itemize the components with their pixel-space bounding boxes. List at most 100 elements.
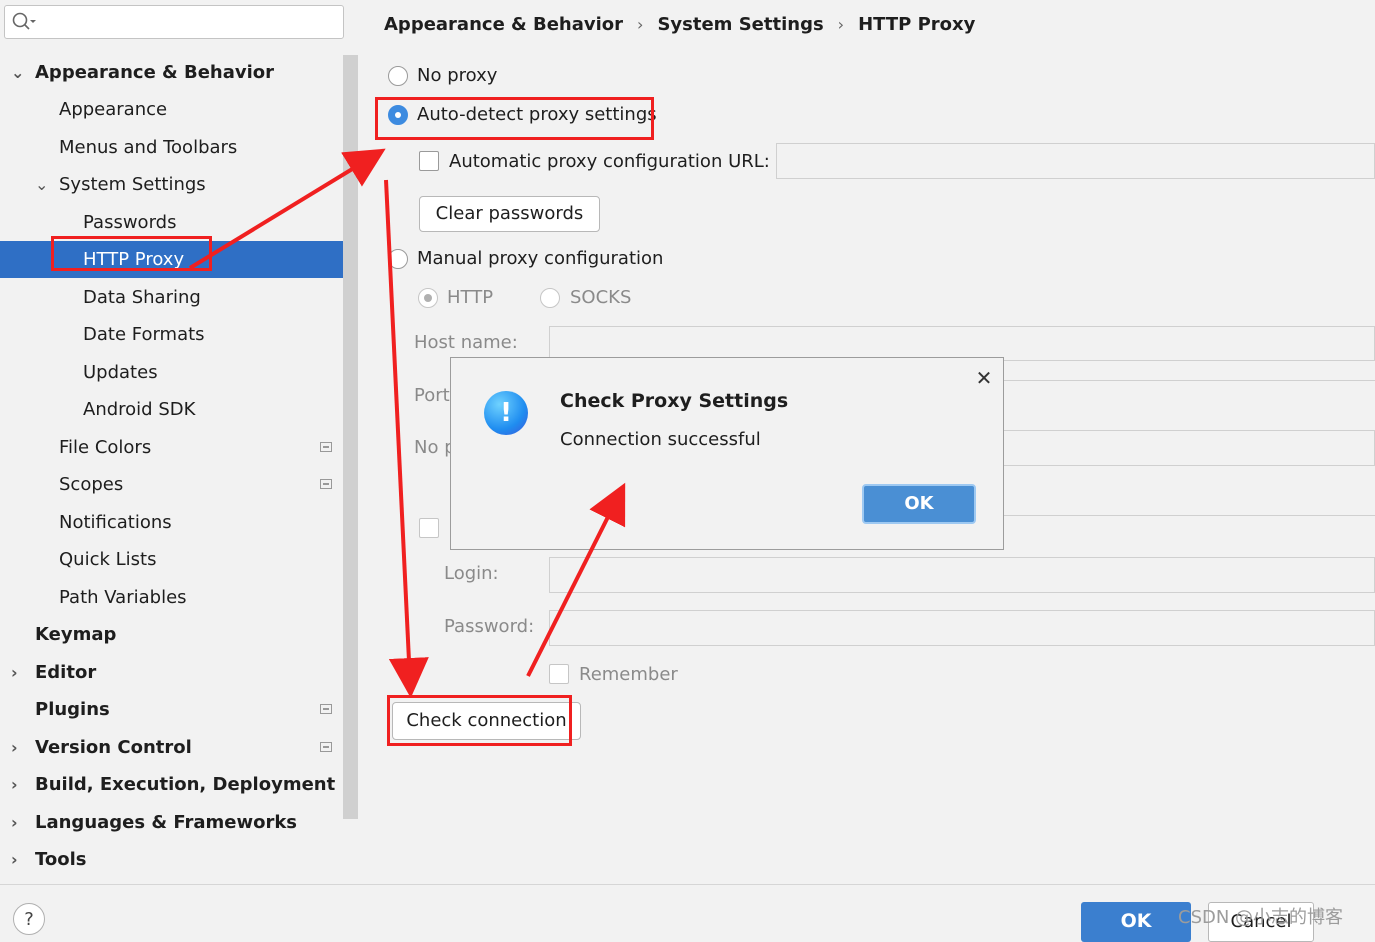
chevron-right-icon[interactable]: › (11, 654, 25, 691)
sidebar-item-label: Editor (35, 662, 97, 683)
sidebar-item-label: Notifications (59, 512, 172, 533)
auto-config-url-checkbox[interactable] (419, 151, 439, 171)
field-edge (1004, 514, 1375, 516)
http-radio[interactable] (418, 288, 438, 308)
manual-proxy-radio[interactable] (388, 249, 408, 269)
sidebar-item-path-variables[interactable]: Path Variables (0, 579, 358, 616)
dialog-ok-button[interactable]: OK (862, 484, 976, 524)
login-field[interactable] (549, 557, 1375, 593)
sidebar-item-android-sdk[interactable]: Android SDK (0, 391, 358, 428)
sidebar-item-label: Appearance (59, 99, 168, 120)
auto-detect-label: Auto-detect proxy settings (417, 104, 657, 125)
chevron-right-icon: › (837, 15, 845, 34)
sidebar-item-label: Passwords (83, 212, 177, 233)
sidebar-item-passwords[interactable]: Passwords (0, 204, 358, 241)
sidebar-item-label: Version Control (35, 737, 192, 758)
auto-detect-radio[interactable] (388, 105, 408, 125)
socks-label: SOCKS (570, 287, 632, 308)
sidebar-item-http-proxy[interactable]: HTTP Proxy (0, 241, 358, 278)
ok-button[interactable]: OK (1081, 902, 1191, 942)
sidebar-item-label: Quick Lists (59, 549, 157, 570)
check-connection-button[interactable]: Check connection (392, 702, 581, 740)
sidebar-item-notifications[interactable]: Notifications (0, 504, 358, 541)
sidebar-item-label: Keymap (35, 624, 117, 645)
socks-radio[interactable] (540, 288, 560, 308)
chevron-right-icon[interactable]: › (11, 804, 25, 841)
dialog-title: Check Proxy Settings (560, 390, 789, 412)
sidebar-item-label: Build, Execution, Deployment (35, 774, 336, 795)
help-button[interactable]: ? (13, 903, 45, 935)
breadcrumb-item: HTTP Proxy (858, 14, 976, 35)
sidebar-item-label: Path Variables (59, 587, 187, 608)
chevron-right-icon: › (637, 15, 644, 34)
close-icon[interactable]: ✕ (974, 366, 994, 390)
sidebar-item-label: Languages & Frameworks (35, 812, 298, 833)
login-label: Login: (444, 563, 499, 584)
sidebar-item-appearance[interactable]: Appearance (0, 91, 358, 128)
http-label: HTTP (447, 287, 494, 308)
auto-config-url-label: Automatic proxy configuration URL: (449, 151, 770, 172)
sidebar-item-data-sharing[interactable]: Data Sharing (0, 279, 358, 316)
project-level-icon (320, 479, 332, 489)
sidebar-item-label: Menus and Toolbars (59, 137, 238, 158)
breadcrumb: Appearance & Behavior › System Settings › HT… (384, 10, 975, 40)
auto-config-url-field[interactable] (776, 143, 1375, 179)
sidebar-item-date-formats[interactable]: Date Formats (0, 316, 358, 353)
breadcrumb-item: System Settings (657, 14, 824, 35)
host-name-field[interactable] (549, 326, 1375, 361)
sidebar-item-label: Tools (35, 849, 87, 870)
no-proxy-radio[interactable] (388, 66, 408, 86)
project-level-icon (320, 742, 332, 752)
clear-passwords-button[interactable]: Clear passwords (419, 196, 600, 232)
sidebar-item-label: Scopes (59, 474, 124, 495)
port-label: Port (414, 385, 450, 406)
sidebar-item-plugins[interactable]: Plugins (0, 691, 358, 728)
sidebar-item-languages[interactable]: › Languages & Frameworks (0, 804, 358, 841)
search-input[interactable] (4, 5, 344, 39)
sidebar-item-keymap[interactable]: Keymap (0, 616, 358, 653)
sidebar-item-build[interactable]: › Build, Execution, Deployment (0, 766, 358, 803)
breadcrumb-item: Appearance & Behavior (384, 14, 624, 35)
host-name-label: Host name: (414, 332, 518, 353)
sidebar-item-label: Android SDK (83, 399, 196, 420)
chevron-right-icon[interactable]: › (11, 729, 25, 766)
sidebar-item-label: System Settings (59, 174, 206, 195)
remember-checkbox[interactable] (549, 664, 569, 684)
sidebar-item-label: File Colors (59, 437, 152, 458)
sidebar-item-appearance-behavior[interactable]: ⌄ Appearance & Behavior (0, 54, 358, 91)
sidebar-item-updates[interactable]: Updates (0, 354, 358, 391)
dialog-message: Connection successful (560, 429, 761, 450)
project-level-icon (320, 704, 332, 714)
no-proxy-label: No proxy (417, 65, 498, 86)
sidebar-item-scopes[interactable]: Scopes (0, 466, 358, 503)
password-field[interactable] (549, 610, 1375, 646)
sidebar-scrollbar[interactable] (343, 55, 358, 819)
password-label: Password: (444, 616, 535, 637)
sidebar-item-label: Appearance & Behavior (35, 62, 275, 83)
sidebar-item-file-colors[interactable]: File Colors (0, 429, 358, 466)
watermark: CSDN @小志的博客 (1178, 907, 1344, 928)
settings-sidebar: ⌄ Appearance & Behavior Appearance Menus… (0, 0, 358, 884)
sidebar-item-label: Plugins (35, 699, 110, 720)
chevron-down-icon[interactable]: ⌄ (11, 54, 25, 91)
chevron-right-icon[interactable]: › (11, 766, 25, 803)
chevron-down-icon[interactable]: ⌄ (35, 166, 49, 203)
sidebar-item-system-settings[interactable]: ⌄ System Settings (0, 166, 358, 203)
sidebar-item-label: HTTP Proxy (83, 249, 185, 270)
remember-label: Remember (579, 664, 678, 685)
proxy-auth-checkbox[interactable] (419, 518, 439, 538)
sidebar-item-editor[interactable]: › Editor (0, 654, 358, 691)
search-icon (12, 12, 36, 30)
project-level-icon (320, 442, 332, 452)
info-exclamation-icon: ! (484, 391, 528, 435)
no-proxy-for-field[interactable] (1004, 430, 1375, 466)
sidebar-item-menus-toolbars[interactable]: Menus and Toolbars (0, 129, 358, 166)
sidebar-item-tools[interactable]: › Tools (0, 841, 358, 878)
sidebar-item-quick-lists[interactable]: Quick Lists (0, 541, 358, 578)
manual-proxy-label: Manual proxy configuration (417, 248, 664, 269)
sidebar-item-label: Date Formats (83, 324, 205, 345)
sidebar-item-label: Updates (83, 362, 158, 383)
sidebar-item-version-control[interactable]: › Version Control (0, 729, 358, 766)
chevron-right-icon[interactable]: › (11, 841, 25, 878)
port-field-edge (1004, 380, 1375, 382)
